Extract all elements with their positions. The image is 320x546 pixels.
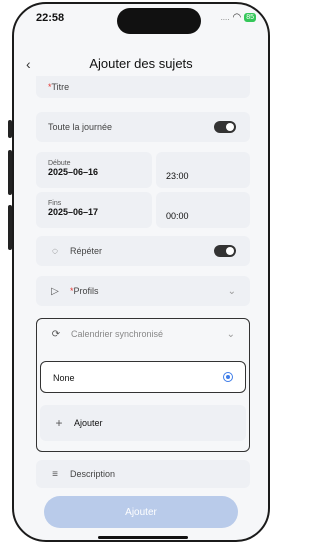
status-bar: 22:58 .... ◠ 85 [14,12,268,28]
all-day-label: Toute la journée [48,122,113,132]
sync-calendar-panel: ⟳ Calendrier synchronisé ⌄ None + Ajoute… [36,318,250,452]
end-label: Fins [48,200,62,207]
battery-indicator: 85 [244,13,256,22]
profiles-select[interactable]: ▷ * Profils ⌄ [36,276,250,306]
repeat-icon: ◌ [52,245,58,257]
start-date: 2025–06–16 [48,167,99,177]
wifi-icon: ◠ [232,12,242,23]
title-field[interactable]: * Titre [36,76,250,98]
sync-option-none[interactable]: None [40,361,246,393]
profiles-label: Profils [73,286,99,296]
list-icon: ≡ [52,468,58,480]
home-indicator [98,536,188,539]
start-date-field[interactable]: Débute 2025–06–16 [36,152,152,188]
chevron-left-icon[interactable]: ‹ [26,56,31,72]
status-time: 22:58 [36,12,65,24]
add-calendar-button[interactable]: + Ajouter [40,405,246,441]
all-day-toggle[interactable] [214,121,236,133]
submit-button[interactable]: Ajouter [44,496,238,528]
chevron-down-icon: ⌄ [227,285,236,297]
end-date: 2025–06–17 [48,207,99,217]
end-date-field[interactable]: Fins 2025–06–17 [36,192,152,228]
sync-calendar-header[interactable]: ⟳ Calendrier synchronisé ⌄ [37,319,249,349]
repeat-label: Répéter [70,246,103,256]
tag-icon: ▷ [51,285,59,297]
radio-selected-icon [223,372,233,382]
description-label: Description [70,469,116,479]
start-time-field[interactable]: 23:00 [156,152,250,188]
phone-frame: 22:58 .... ◠ 85 ‹ Ajouter des sujets * T… [12,2,270,542]
start-time: 23:00 [166,171,189,181]
all-day-row: Toute la journée [36,112,250,142]
signal-dots-icon: .... [220,13,230,22]
app-screen: 22:58 .... ◠ 85 ‹ Ajouter des sujets * T… [0,0,276,546]
plus-icon: + [55,416,63,430]
status-icons: .... ◠ 85 [221,12,256,23]
description-field[interactable]: ≡ Description [36,460,250,488]
title-label: Titre [51,82,70,92]
end-time-field[interactable]: 00:00 [156,192,250,228]
sync-calendar-label: Calendrier synchronisé [71,329,164,339]
repeat-row: ◌ Répéter [36,236,250,266]
start-label: Débute [48,160,71,167]
add-calendar-label: Ajouter [74,418,103,428]
option-label: None [53,373,75,383]
page-header: ‹ Ajouter des sujets [14,56,268,76]
end-time: 00:00 [166,211,189,221]
chevron-down-icon: ⌄ [226,328,235,340]
sync-icon: ⟳ [51,328,61,340]
repeat-toggle[interactable] [214,245,236,257]
page-title: Ajouter des sujets [89,56,193,71]
